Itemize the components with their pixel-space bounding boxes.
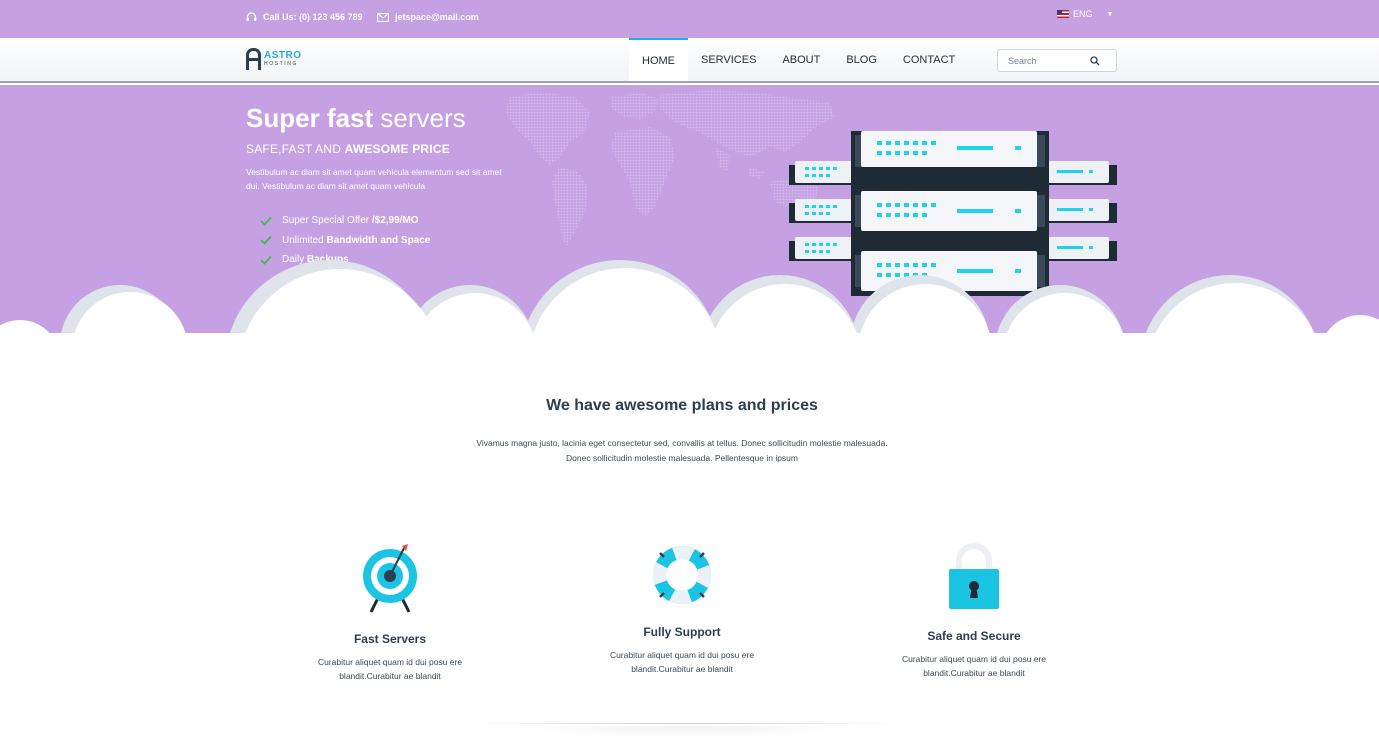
search-box — [997, 49, 1117, 72]
logo-word-astro: ASTRO — [264, 50, 302, 61]
feature-title: Safe and Secure — [927, 629, 1021, 643]
email-text: jetspace@mail.com — [395, 12, 479, 22]
nav-item-home[interactable]: HOME — [629, 38, 688, 81]
target-icon — [363, 544, 417, 613]
nav-item-about[interactable]: ABOUT — [769, 38, 833, 81]
logo-mark-icon — [246, 48, 261, 70]
clouds-graphic — [0, 260, 1379, 337]
email-contact[interactable]: jetspace@mail.com — [377, 12, 479, 22]
top-bar: Call Us: (0) 123 456 789 jetspace@mail.c… — [0, 0, 1379, 38]
phone-text: Call Us: (0) 123 456 789 — [263, 12, 363, 22]
hero-subtitle: SAFE,FAST AND AWESOME PRICE — [246, 142, 450, 156]
section-divider — [470, 723, 900, 724]
nav-item-contact[interactable]: CONTACT — [890, 38, 968, 81]
feature-card-fast-servers: Fast Servers Curabitur aliquet quam id d… — [290, 542, 490, 683]
padlock-icon — [949, 543, 999, 609]
hero-title: Super fast servers — [246, 103, 466, 133]
hero-feature-item: Super Special Offer /$2,99/MO — [260, 211, 430, 231]
plans-heading: We have awesome plans and prices — [546, 397, 818, 414]
chevron-down-icon: ▼ — [1106, 10, 1114, 18]
headphones-icon — [246, 12, 257, 21]
divider-shadow — [520, 726, 850, 738]
nav-menu: HOME SERVICES ABOUT BLOG CONTACT — [629, 38, 968, 81]
feature-text: Curabitur aliquet quam id dui posu ere b… — [317, 657, 463, 681]
plans-description: Vivamus magna justo, lacinia eget consec… — [476, 438, 888, 463]
feature-card-fully-support: Fully Support Curabitur aliquet quam id … — [582, 543, 782, 676]
feature-text: Curabitur aliquet quam id dui posu ere b… — [901, 654, 1047, 678]
envelope-icon — [377, 12, 389, 22]
phone-contact[interactable]: Call Us: (0) 123 456 789 — [246, 12, 363, 22]
feature-text: Curabitur aliquet quam id dui posu ere b… — [609, 650, 755, 674]
logo-word-hosting: HOSTING — [264, 61, 298, 67]
feature-title: Fully Support — [643, 625, 721, 639]
search-icon[interactable] — [1090, 55, 1100, 66]
checkmark-icon — [260, 236, 272, 246]
nav-item-services[interactable]: SERVICES — [688, 38, 769, 81]
checkmark-icon — [260, 216, 272, 226]
feature-card-safe-secure: Safe and Secure Curabitur aliquet quam i… — [874, 543, 1074, 680]
feature-title: Fast Servers — [353, 632, 427, 646]
language-selector[interactable]: ENG ▼ — [1057, 9, 1113, 19]
main-navbar: ASTRO HOSTING HOME SERVICES ABOUT BLOG C… — [0, 38, 1379, 83]
hero-description: Vestibulum ac diam sit amet quam vehicul… — [246, 167, 502, 191]
nav-item-blog[interactable]: BLOG — [833, 38, 890, 81]
lifebuoy-icon — [653, 546, 711, 604]
hero-banner: Super fast servers SAFE,FAST AND AWESOME… — [0, 85, 1379, 337]
language-label: ENG — [1073, 9, 1093, 19]
site-logo[interactable]: ASTRO HOSTING — [246, 48, 302, 70]
us-flag-icon — [1057, 10, 1069, 18]
search-input[interactable] — [998, 55, 1088, 66]
